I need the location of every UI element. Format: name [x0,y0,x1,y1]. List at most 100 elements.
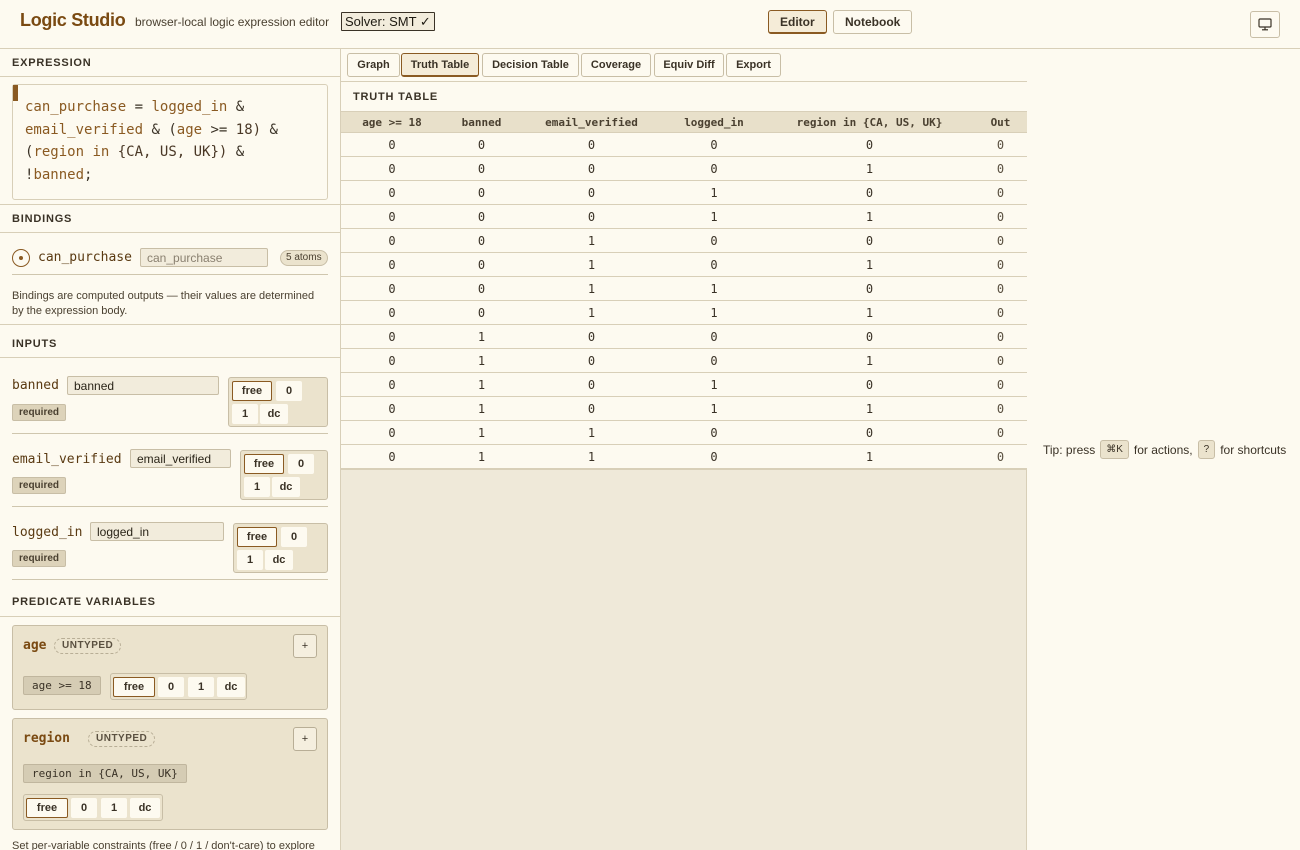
input-alias-field[interactable] [130,449,231,468]
notebook-mode-button[interactable]: Notebook [833,10,913,34]
table-cell: 1 [765,396,974,421]
expression-code[interactable]: can_purchase = logged_in & email_verifie… [25,96,325,186]
constraint-free[interactable]: free [113,677,155,697]
expr-and: & [269,121,278,138]
expr-term: region [33,144,85,160]
tip-suffix: for shortcuts [1220,442,1287,457]
table-cell: 0 [765,372,974,397]
input-alias-field[interactable] [67,376,219,395]
input-alias-field[interactable] [90,522,224,541]
required-badge: required [12,477,67,494]
constraint-zero[interactable]: 0 [288,454,314,474]
output-cell: 0 [974,204,1027,229]
monitor-icon [1258,18,1272,31]
table-cell: 0 [341,300,443,325]
table-cell: 0 [443,252,520,277]
input-name: banned [12,378,59,393]
constraint-dc[interactable]: dc [272,477,300,497]
constraint-free[interactable]: free [244,454,284,474]
tab-graph[interactable]: Graph [347,53,400,77]
table-cell: 1 [765,348,974,373]
column-header[interactable]: logged_in [663,111,765,133]
constraint-dc[interactable]: dc [130,798,160,818]
tab-decision-table[interactable]: Decision Table [482,53,579,77]
input-row-logged-in: logged_in required free 0 1 dc [12,521,328,576]
binding-name-input[interactable] [140,248,268,267]
output-cell: 0 [974,180,1027,205]
table-cell: 0 [520,348,663,373]
expression-editor[interactable]: can_purchase = logged_in & email_verifie… [12,84,328,200]
cursor-marker [13,85,18,101]
tab-truth-table[interactable]: Truth Table [401,53,479,77]
constraint-one[interactable]: 1 [101,798,127,818]
binding-name: can_purchase [38,250,132,265]
atoms-badge: 5 atoms [280,250,328,266]
predicate-name: region [23,731,70,746]
table-cell: 0 [341,204,443,229]
table-row: 000010 [341,156,1027,181]
constraint-zero[interactable]: 0 [276,381,302,401]
output-cell: 0 [974,252,1027,277]
column-header[interactable]: Out [974,111,1027,133]
constraint-one[interactable]: 1 [232,404,258,424]
table-cell: 1 [663,396,765,421]
column-header[interactable]: email_verified [520,111,663,133]
constraint-dc[interactable]: dc [265,550,293,570]
constraint-one[interactable]: 1 [244,477,270,497]
column-header[interactable]: region in {CA, US, UK} [765,111,974,133]
constraint-zero[interactable]: 0 [71,798,97,818]
table-cell: 0 [663,324,765,349]
table-cell: 1 [520,420,663,445]
table-cell: 0 [663,444,765,469]
truth-table-title: TRUTH TABLE [353,91,438,103]
table-cell: 0 [341,396,443,421]
predicate-card-age: age UNTYPED + age >= 18 free 0 1 dc [12,625,328,710]
table-cell: 0 [765,324,974,349]
add-predicate-button[interactable]: + [293,634,317,658]
output-cell: 0 [974,156,1027,181]
expr-value: 18) [235,121,262,138]
constraint-free[interactable]: free [237,527,277,547]
tab-export[interactable]: Export [726,53,781,77]
binding-radio[interactable] [12,249,30,267]
add-predicate-button[interactable]: + [293,727,317,751]
predicate-expression: age >= 18 [23,676,101,695]
solver-button[interactable]: Solver: SMT ✓ [341,12,435,31]
command-key-hint: ⌘K [1100,440,1129,459]
table-cell: 1 [765,252,974,277]
table-row: 000100 [341,180,1027,205]
output-cell: 0 [974,300,1027,325]
tab-equiv-diff[interactable]: Equiv Diff [654,53,724,77]
table-cell: 0 [341,180,443,205]
view-tabs: Graph Truth Table Decision Table Coverag… [341,49,1027,82]
display-toggle-button[interactable] [1250,11,1280,38]
tab-coverage[interactable]: Coverage [581,53,651,77]
constraint-one[interactable]: 1 [237,550,263,570]
required-badge: required [12,404,67,421]
table-cell: 0 [520,324,663,349]
constraint-selector: free 0 1 dc [240,450,328,500]
expr-and: & [151,121,160,138]
table-cell: 0 [443,276,520,301]
constraint-one[interactable]: 1 [188,677,214,697]
expr-paren: ( [168,121,177,138]
table-cell: 0 [520,372,663,397]
column-header[interactable]: age >= 18 [341,111,443,133]
constraint-zero[interactable]: 0 [158,677,184,697]
type-tag: UNTYPED [54,638,122,654]
table-cell: 0 [663,420,765,445]
constraint-free[interactable]: free [26,798,68,818]
constraint-free[interactable]: free [232,381,272,401]
column-header[interactable]: banned [443,111,520,133]
constraint-zero[interactable]: 0 [281,527,307,547]
constraint-dc[interactable]: dc [260,404,288,424]
expr-term: logged_in [151,99,228,115]
table-cell: 0 [341,372,443,397]
expr-op: >= [210,121,228,138]
table-cell: 0 [520,180,663,205]
editor-mode-button[interactable]: Editor [768,10,827,34]
constraint-dc[interactable]: dc [217,677,245,697]
expr-and: & [235,144,245,160]
app-header: Logic Studio browser-local logic express… [0,0,1300,49]
table-cell: 0 [341,156,443,181]
